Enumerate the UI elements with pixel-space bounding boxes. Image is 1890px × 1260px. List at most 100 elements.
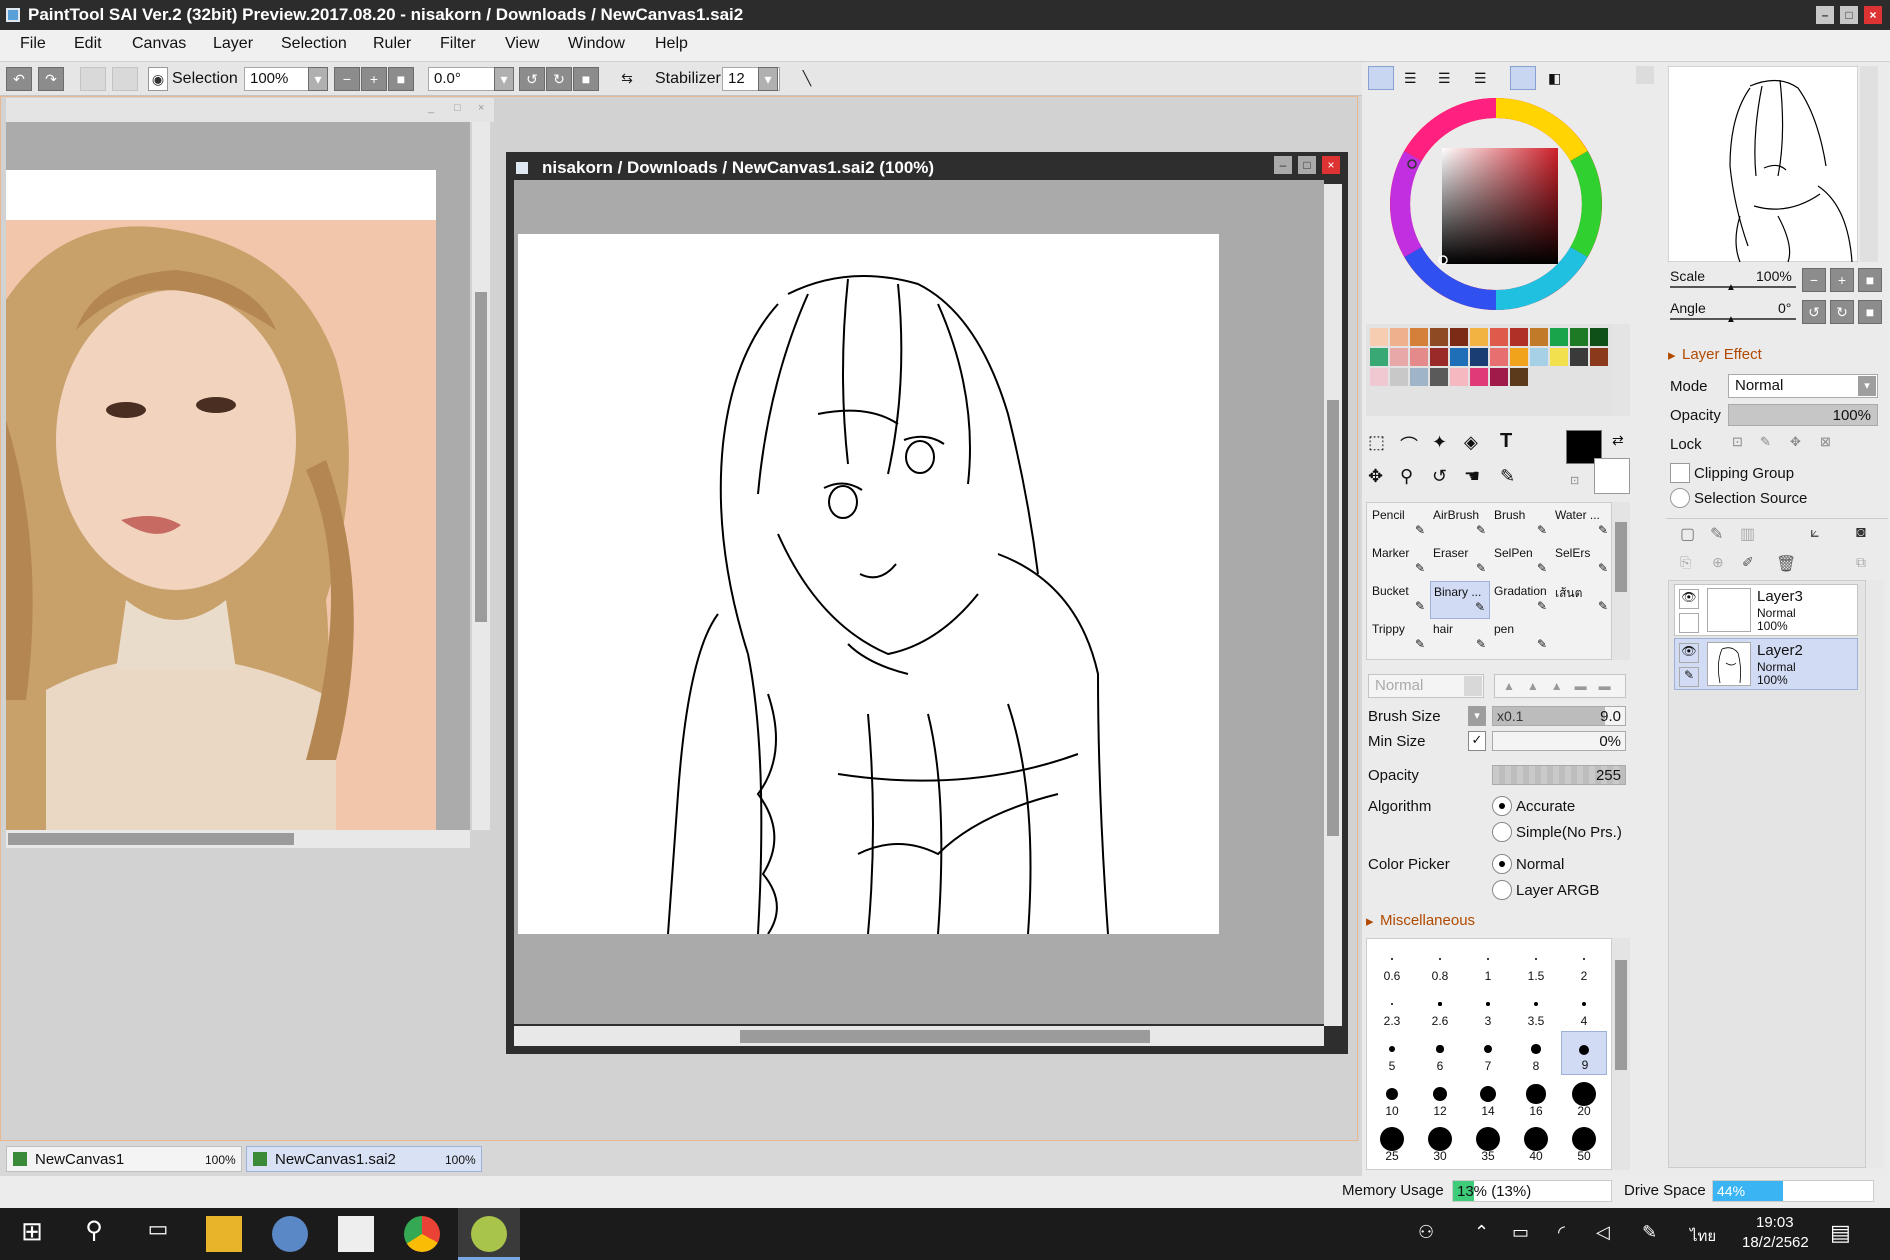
brush-size-slider[interactable]: x0.1 9.0	[1492, 706, 1626, 726]
canvas-hscroll[interactable]	[514, 1026, 1324, 1046]
fill-shape-tool-icon[interactable]: ◈	[1464, 432, 1478, 453]
brush-size-preset[interactable]: 0.6	[1369, 941, 1415, 985]
color-swatch[interactable]	[1430, 368, 1448, 386]
minimize-button[interactable]: –	[1816, 6, 1834, 24]
size-presets-scroll-thumb[interactable]	[1615, 960, 1627, 1070]
canvas-vscroll[interactable]	[1324, 184, 1342, 1026]
swatches-tab-icon[interactable]	[1510, 66, 1536, 90]
brush-size-preset[interactable]: 2	[1561, 941, 1607, 985]
menu-canvas[interactable]: Canvas	[132, 35, 186, 53]
picker-argb-radio[interactable]	[1492, 880, 1512, 900]
color-swatch[interactable]	[1550, 348, 1568, 366]
menu-ruler[interactable]: Ruler	[373, 35, 411, 53]
brush-grid-scroll-thumb[interactable]	[1615, 522, 1627, 592]
rotate-right-icon[interactable]: ↻	[546, 67, 572, 91]
brush-size-preset[interactable]: 1	[1465, 941, 1511, 985]
brush-tool-cell[interactable]: Pencil ✎	[1369, 505, 1429, 543]
straight-line-icon[interactable]: ╲	[794, 67, 820, 91]
scratchpad-tab-icon[interactable]: ◧	[1548, 70, 1561, 87]
canvas-hscroll-thumb[interactable]	[740, 1030, 1150, 1043]
merge-layer-icon[interactable]: ⊕	[1712, 554, 1724, 571]
brush-tool-cell[interactable]: Binary ... ✎	[1430, 581, 1490, 619]
color-swatch[interactable]	[1590, 348, 1608, 366]
menu-layer[interactable]: Layer	[213, 35, 253, 53]
invert-selection-icon[interactable]	[112, 67, 138, 91]
color-swatch[interactable]	[1450, 348, 1468, 366]
close-button[interactable]: ×	[1864, 6, 1882, 24]
nav-scale-thumb[interactable]: ▲	[1726, 282, 1736, 293]
color-swatch[interactable]	[1390, 368, 1408, 386]
zoom-in-icon[interactable]: +	[361, 67, 387, 91]
sai-taskbar-item[interactable]	[458, 1208, 520, 1260]
nav-rotate-reset-icon[interactable]: ■	[1858, 300, 1882, 324]
new-folder-icon[interactable]: ▥	[1740, 524, 1755, 544]
color-swatch[interactable]	[1530, 348, 1548, 366]
windows-start-icon[interactable]: ⊞	[14, 1216, 50, 1252]
brush-size-preset[interactable]: 12	[1417, 1076, 1463, 1120]
canvas-close-button[interactable]: ×	[1322, 156, 1340, 174]
brush-tool-cell[interactable]: Eraser ✎	[1430, 543, 1490, 581]
people-icon[interactable]: ⚇	[1418, 1222, 1434, 1243]
eyedropper-tool-icon[interactable]: ✎	[1500, 466, 1515, 487]
visibility-eye-icon[interactable]: 👁	[1679, 643, 1699, 663]
brush-size-preset[interactable]: 2.3	[1369, 986, 1415, 1030]
maximize-button[interactable]: □	[1840, 6, 1858, 24]
volume-icon[interactable]: ◁	[1596, 1222, 1610, 1243]
new-layer-icon[interactable]: ▢	[1680, 524, 1695, 544]
layer-list-scrollbar[interactable]	[1866, 580, 1884, 1168]
brush-size-preset[interactable]: 3.5	[1513, 986, 1559, 1030]
brush-size-preset[interactable]: 9	[1561, 1031, 1607, 1075]
brush-shape-presets[interactable]: ▲▲▲▬▬	[1494, 674, 1626, 698]
zoom-out-icon[interactable]: −	[334, 67, 360, 91]
color-swatch[interactable]	[1570, 348, 1588, 366]
wifi-icon[interactable]: ◜	[1558, 1222, 1565, 1243]
lock-paint-icon[interactable]: ✎	[1760, 434, 1771, 450]
brush-tool-cell[interactable]: Marker ✎	[1369, 543, 1429, 581]
deselect-icon[interactable]	[80, 67, 106, 91]
color-swatch[interactable]	[1490, 368, 1508, 386]
menu-view[interactable]: View	[505, 35, 539, 53]
brush-tool-cell[interactable]: hair ✎	[1430, 619, 1490, 657]
brush-size-preset[interactable]: 4	[1561, 986, 1607, 1030]
brush-tool-cell[interactable]: pen ✎	[1491, 619, 1551, 657]
move-tool-icon[interactable]: ✥	[1368, 466, 1383, 487]
brush-tool-cell[interactable]: SelErs ✎	[1552, 543, 1612, 581]
blend-mode-dropdown-icon[interactable]	[1464, 676, 1482, 696]
color-swatch[interactable]	[1430, 348, 1448, 366]
brush-size-preset[interactable]: 7	[1465, 1031, 1511, 1075]
color-swatch[interactable]	[1430, 328, 1448, 346]
color-swatch[interactable]	[1510, 328, 1528, 346]
brush-opacity-slider[interactable]: 255	[1492, 765, 1626, 785]
clock-date[interactable]: 18/2/2562	[1742, 1234, 1809, 1251]
rotate-reset-icon[interactable]: ■	[573, 67, 599, 91]
battery-icon[interactable]: ▭	[1512, 1222, 1529, 1243]
algorithm-simple-radio[interactable]	[1492, 822, 1512, 842]
nav-rotate-right-icon[interactable]: ↻	[1830, 300, 1854, 324]
brush-size-preset[interactable]: 16	[1513, 1076, 1559, 1120]
search-icon[interactable]: ⚲	[76, 1216, 112, 1252]
menu-edit[interactable]: Edit	[74, 35, 102, 53]
lock-move-icon[interactable]: ✥	[1790, 434, 1801, 450]
color-swatch[interactable]	[1450, 328, 1468, 346]
color-wheel-tab-icon[interactable]	[1368, 66, 1394, 90]
rotate-tool-icon[interactable]: ↺	[1432, 466, 1447, 487]
eye-icon[interactable]: ◉	[148, 67, 168, 91]
size-presets-scrollbar[interactable]	[1612, 938, 1630, 1170]
clear-layer-icon[interactable]: ✐	[1742, 554, 1754, 571]
tab-newcanvas1[interactable]: NewCanvas1 100%	[6, 1146, 242, 1172]
redo-icon[interactable]: ↷	[38, 67, 64, 91]
rgb-slider-tab-icon[interactable]: ☰	[1404, 70, 1417, 87]
brush-size-preset[interactable]: 10	[1369, 1076, 1415, 1120]
swatch-scrollbar[interactable]	[1612, 324, 1630, 416]
clock-time[interactable]: 19:03	[1756, 1214, 1794, 1231]
zoom-tool-icon[interactable]: ⚲	[1400, 466, 1413, 487]
line-app-icon[interactable]	[338, 1216, 374, 1252]
color-panel-scroll-up[interactable]	[1636, 66, 1654, 84]
brush-tool-cell[interactable]: Bucket ✎	[1369, 581, 1429, 619]
brush-size-preset[interactable]: 50	[1561, 1121, 1607, 1165]
task-view-icon[interactable]: ▭	[140, 1216, 176, 1252]
color-swatch[interactable]	[1470, 328, 1488, 346]
hand-tool-icon[interactable]: ☚	[1464, 466, 1480, 487]
swap-colors-icon[interactable]: ⇄	[1612, 432, 1624, 449]
stabilizer-dropdown-icon[interactable]: ▾	[758, 67, 778, 91]
